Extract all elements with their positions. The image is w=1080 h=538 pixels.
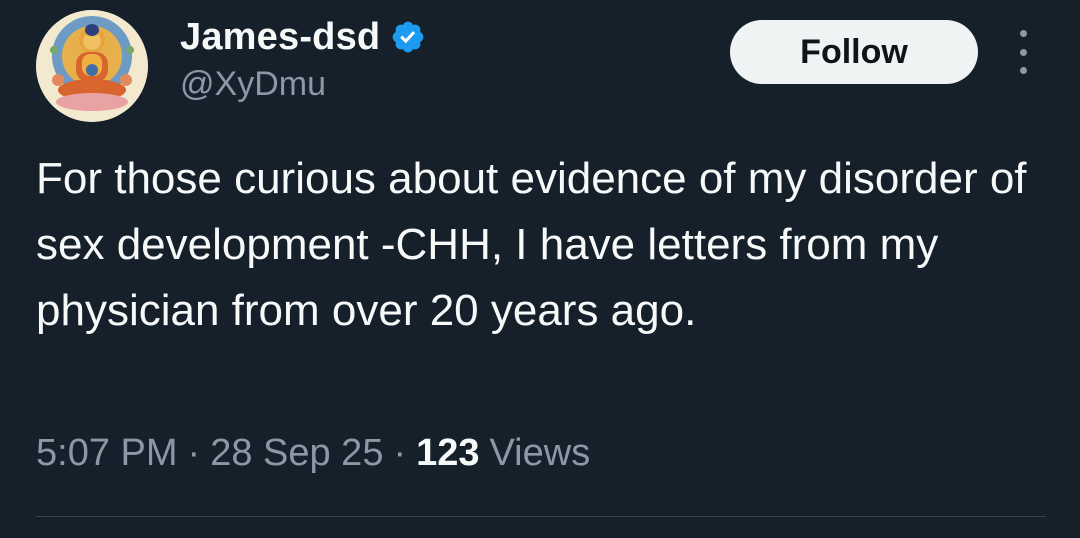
more-dot: [1019, 30, 1027, 37]
avatar[interactable]: [36, 10, 148, 122]
display-name[interactable]: James-dsd: [180, 18, 380, 56]
tweet-text: For those curious about evidence of my d…: [36, 154, 1027, 335]
tweet-time[interactable]: 5:07 PM: [36, 432, 178, 475]
meta-separator: ·: [393, 432, 407, 474]
author-handle[interactable]: @XyDmu: [180, 65, 326, 103]
views-count: 123: [416, 432, 480, 474]
more-options-icon[interactable]: [1008, 30, 1038, 74]
meta-separator: ·: [187, 432, 201, 474]
tweet-meta: 5:07 PM · 28 Sep 25 · 123 Views: [36, 432, 590, 475]
author-name-row: James-dsd: [180, 12, 426, 62]
buddha-avatar-icon: [36, 10, 148, 122]
divider: [36, 516, 1046, 517]
tweet-date[interactable]: 28 Sep 25: [210, 432, 383, 475]
verified-badge-icon: [390, 19, 426, 55]
follow-button[interactable]: Follow: [730, 20, 978, 84]
views-label: Views: [489, 432, 591, 474]
more-dot: [1019, 48, 1027, 56]
more-dot: [1019, 67, 1027, 74]
